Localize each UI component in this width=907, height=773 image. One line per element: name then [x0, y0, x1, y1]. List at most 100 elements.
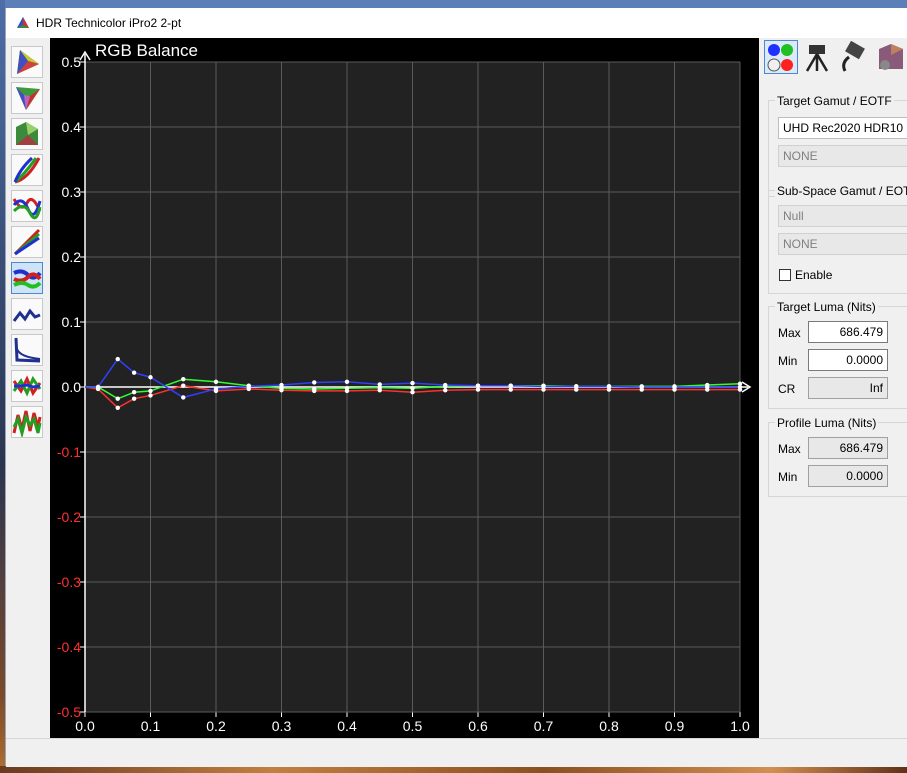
y-tick-label: 0.1	[62, 314, 82, 330]
title-bar[interactable]: HDR Technicolor iPro2 2-pt	[6, 8, 907, 38]
x-tick-label: 0.0	[75, 718, 95, 734]
data-point	[279, 382, 284, 388]
tool-color-checker[interactable]	[11, 406, 43, 438]
view-toolbar	[6, 38, 50, 718]
chart-title: RGB Balance	[95, 41, 198, 60]
data-point	[213, 379, 219, 384]
data-point	[312, 380, 317, 385]
data-point	[672, 384, 677, 390]
data-point	[541, 384, 546, 389]
data-point	[115, 356, 120, 362]
data-point	[443, 382, 448, 388]
x-tick-label: 0.4	[337, 718, 357, 734]
data-point	[443, 388, 448, 393]
tool-cie-1931-chart[interactable]	[11, 46, 43, 78]
subspace-enable-checkbox[interactable]	[779, 269, 791, 281]
target-luma-max-input[interactable]: 686.479	[808, 321, 888, 343]
data-point	[181, 383, 186, 388]
profile-luma-min-label: Min	[778, 470, 798, 484]
data-point	[115, 396, 120, 401]
subspace-gamut-select[interactable]: Null	[778, 205, 907, 227]
x-tick-label: 0.1	[141, 718, 161, 734]
cie-1931-chart-icon	[17, 50, 39, 74]
tool-gamut-3d[interactable]	[11, 118, 43, 150]
data-point	[131, 396, 137, 401]
x-tick-label: 0.5	[403, 718, 423, 734]
data-point	[606, 384, 612, 389]
profile-luma-min-value: 0.0000	[808, 465, 888, 487]
desktop-background-top	[0, 0, 907, 8]
window-title: HDR Technicolor iPro2 2-pt	[36, 16, 182, 30]
data-point	[410, 386, 415, 391]
profile-luma-max-value: 686.479	[808, 437, 888, 459]
y-tick-label: 0.5	[62, 54, 82, 70]
target-luma-label: Target Luma (Nits)	[775, 300, 878, 314]
data-point	[705, 384, 710, 390]
tool-color-error[interactable]	[11, 190, 43, 222]
data-point	[639, 384, 644, 390]
tab-gamut[interactable]	[872, 40, 906, 74]
x-tick-label: 1.0	[730, 718, 750, 734]
data-point	[475, 383, 481, 388]
tab-meter[interactable]	[800, 40, 834, 74]
data-point	[377, 382, 382, 387]
data-point	[312, 386, 317, 392]
profile-luma-label: Profile Luma (Nits)	[775, 416, 879, 430]
data-point	[148, 388, 153, 394]
app-logo-icon	[17, 17, 29, 28]
data-point	[410, 380, 415, 386]
target-luma-cr-label: CR	[778, 382, 796, 396]
cie-1976-chart-icon	[16, 87, 40, 110]
x-tick-label: 0.6	[468, 718, 488, 734]
target-gamut-select[interactable]: UHD Rec2020 HDR10	[778, 117, 907, 139]
tool-eotf-curves[interactable]	[11, 154, 43, 186]
data-point	[508, 387, 513, 392]
desktop-background-bottom	[0, 766, 907, 773]
tool-luma-curve[interactable]	[11, 334, 43, 366]
data-point	[95, 384, 101, 390]
data-point	[131, 370, 137, 375]
y-tick-label: -0.1	[57, 444, 81, 460]
x-tick-label: 0.9	[665, 718, 685, 734]
data-point	[344, 379, 350, 384]
tool-cie-1976-chart[interactable]	[11, 82, 43, 114]
gamut-3d-icon	[16, 122, 38, 145]
eotf-curves-icon	[13, 156, 41, 184]
tool-rgb-gamma[interactable]	[11, 226, 43, 258]
tab-source[interactable]	[836, 40, 870, 74]
target-luma-min-label: Min	[778, 354, 798, 368]
profile-luma-max-label: Max	[778, 442, 801, 456]
x-tick-label: 0.2	[206, 718, 226, 734]
target-luma-max-label: Max	[778, 326, 801, 340]
color-error-icon	[12, 197, 42, 220]
tool-luminance-error[interactable]	[11, 298, 43, 330]
subspace-label: Sub-Space Gamut / EOTF	[775, 184, 907, 198]
color-checker-icon	[12, 410, 42, 437]
x-tick-label: 0.3	[272, 718, 292, 734]
target-eotf-select[interactable]: NONE	[778, 145, 907, 167]
data-point	[148, 375, 153, 380]
data-point	[148, 393, 153, 398]
target-luma-min-input[interactable]: 0.0000	[808, 349, 888, 371]
data-point	[246, 384, 251, 389]
rgb-balance-icon	[13, 269, 42, 289]
data-point	[410, 390, 415, 395]
y-tick-label: 0.2	[62, 249, 82, 265]
luminance-error-icon	[12, 308, 41, 322]
luma-curve-icon	[14, 337, 41, 363]
settings-panel: Target Gamut / EOTF UHD Rec2020 HDR10 NO…	[759, 38, 907, 738]
tool-delta-e[interactable]	[11, 370, 43, 402]
status-bar	[6, 738, 907, 767]
x-tick-label: 0.7	[534, 718, 554, 734]
subspace-eotf-select[interactable]: NONE	[778, 233, 907, 255]
data-point	[574, 384, 579, 389]
delta-e-icon	[12, 375, 42, 397]
y-tick-label: 0.3	[62, 184, 82, 200]
tab-rgb-patches[interactable]	[764, 40, 798, 74]
y-tick-label: -0.3	[57, 574, 81, 590]
tool-rgb-balance[interactable]	[11, 262, 43, 294]
data-point	[115, 405, 120, 410]
y-tick-label: 0.4	[62, 119, 82, 135]
rgb-balance-chart[interactable]: 0.0 0.1 0.2 0.3 0.4 0.5 0.6 0.7 0.8 0.9 1.0 0.5 0.4 0…	[50, 38, 759, 738]
data-point	[475, 387, 481, 392]
